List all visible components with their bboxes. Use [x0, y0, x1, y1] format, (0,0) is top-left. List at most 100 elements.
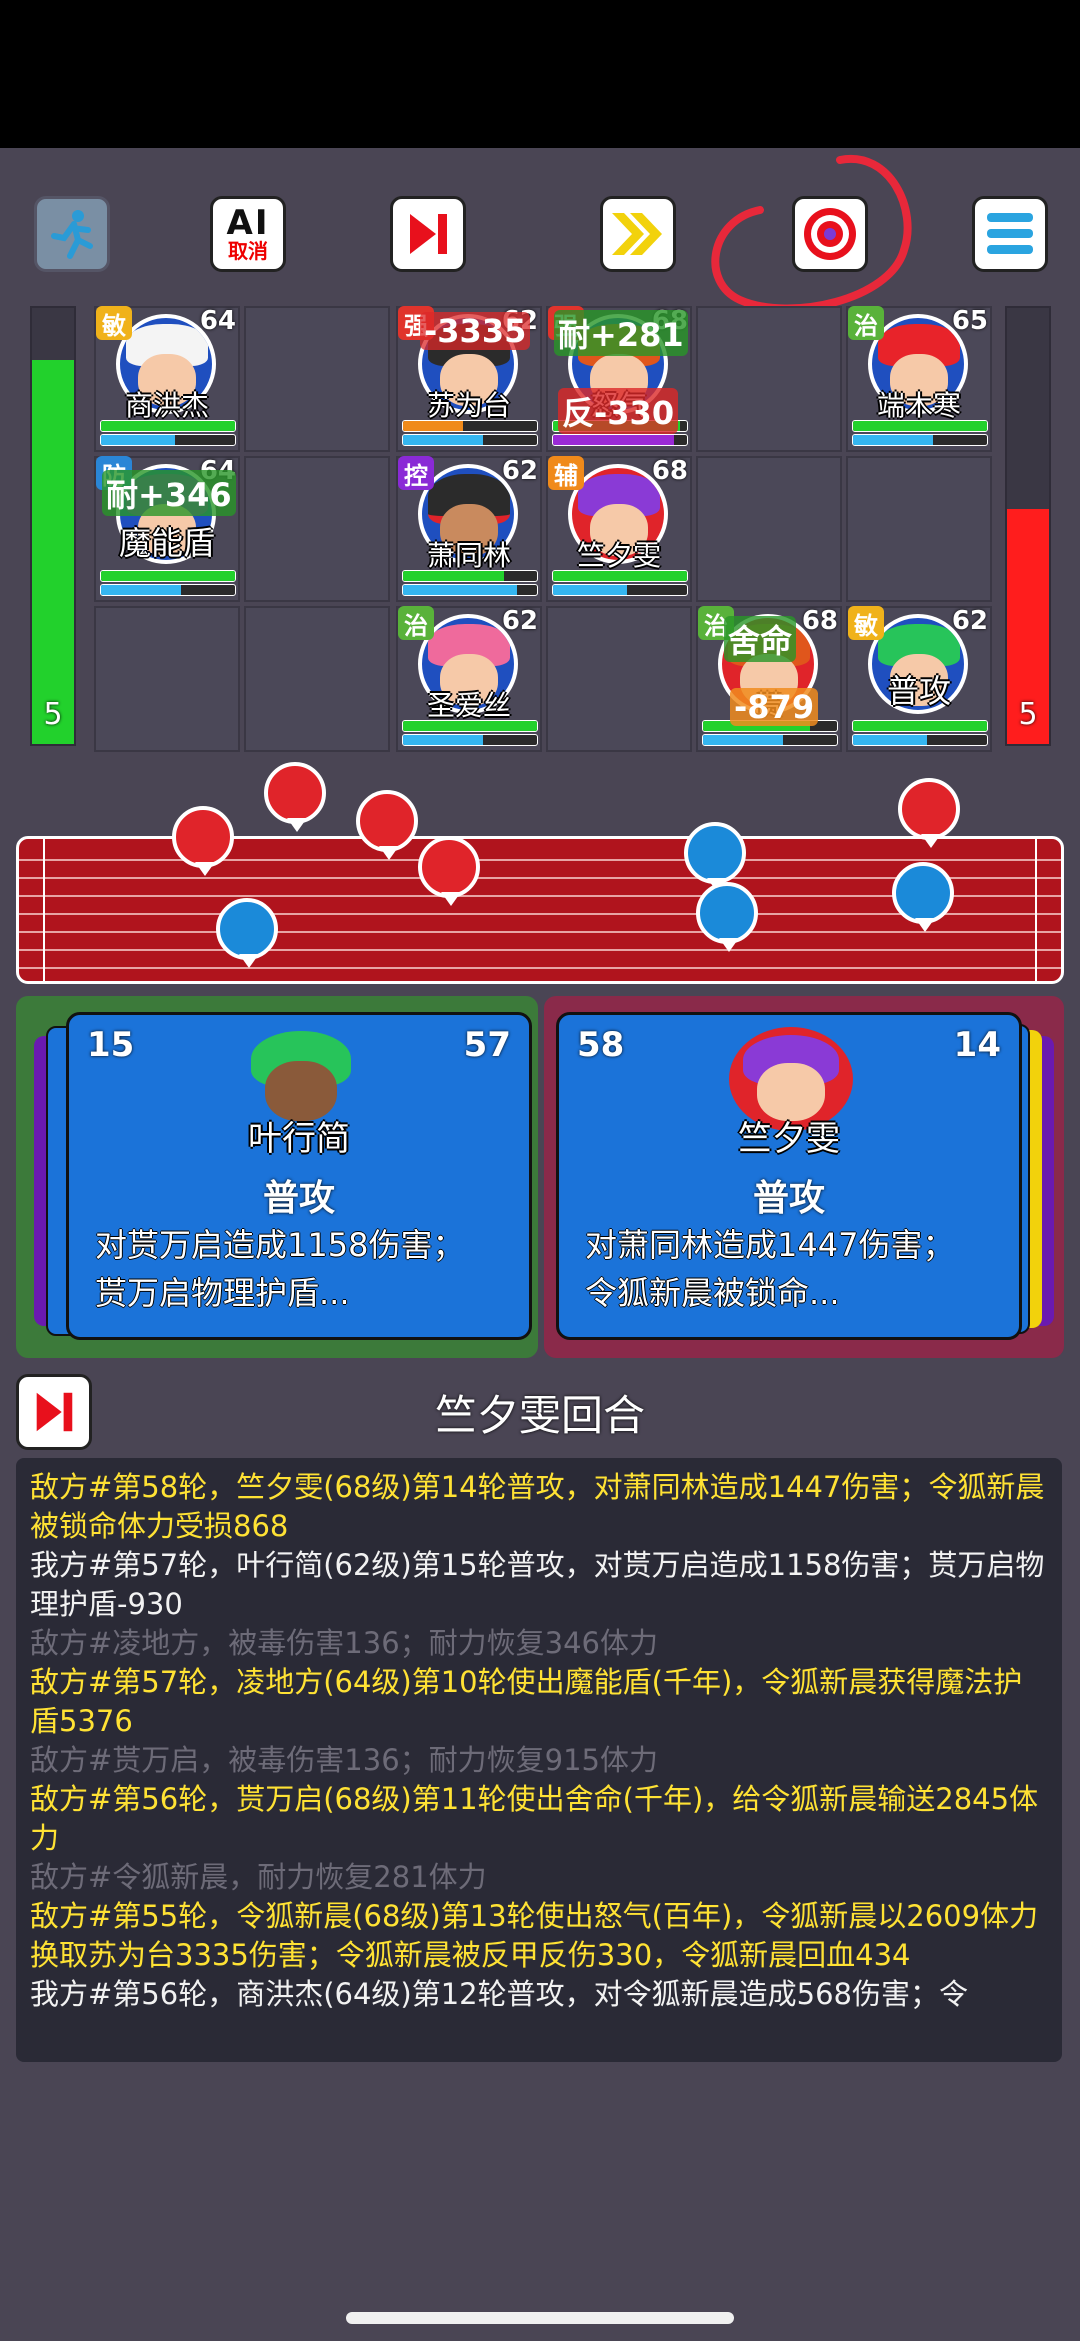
- unit-level: 64: [199, 306, 236, 336]
- ally-team-count: 5: [43, 697, 63, 732]
- card-turn-count: 15: [87, 1025, 135, 1065]
- unit-role-badge: 治: [398, 606, 434, 640]
- unit-hp-bar: [852, 420, 988, 432]
- card-description-line: 贳万启物理护盾...: [95, 1274, 350, 1312]
- unit-role-badge: 敏: [848, 606, 884, 640]
- grid-cell[interactable]: [846, 456, 992, 602]
- unit-mp-bar: [852, 734, 988, 746]
- card-character-name: 叶行简: [248, 1119, 350, 1159]
- unit-card[interactable]: 敏 64 商洪杰: [94, 306, 240, 452]
- log-entry: 敌方#第56轮，贳万启(68级)第11轮使出舍命(千年)，给令狐新晨输送2845…: [30, 1782, 1039, 1855]
- grid-cell[interactable]: [696, 306, 842, 452]
- unit-mp-bar: [402, 434, 538, 446]
- enemy-team-hp-bar: 5: [1005, 306, 1051, 746]
- turn-marker[interactable]: [892, 862, 954, 932]
- menu-button[interactable]: [972, 196, 1048, 272]
- card-round: 58: [577, 1025, 625, 1065]
- unit-card[interactable]: 治 68 贳 舍命 -879: [696, 606, 842, 752]
- unit-card[interactable]: 治 65 端木寒: [846, 306, 992, 452]
- turn-marker[interactable]: [898, 778, 960, 848]
- skill-name-popup: 舍命: [724, 616, 797, 662]
- log-entry: 敌方#贳万启，被毒伤害136；耐力恢复915体力: [30, 1743, 659, 1777]
- fast-forward-icon: [612, 213, 662, 255]
- unit-name: 魔能盾: [118, 524, 215, 562]
- grid-cell[interactable]: [244, 456, 390, 602]
- grid-cell[interactable]: [546, 606, 692, 752]
- turn-marker[interactable]: [216, 898, 278, 968]
- unit-card[interactable]: 治 62 圣爱丝: [396, 606, 542, 752]
- log-entry: 敌方#第55轮，令狐新晨(68级)第13轮使出怒气(百年)，令狐新晨以2609体…: [30, 1899, 1039, 1972]
- running-man-icon: [51, 210, 93, 259]
- unit-level: 62: [951, 606, 988, 636]
- unit-level: 68: [801, 606, 838, 636]
- unit-hp-bar: [852, 720, 988, 732]
- log-entry: 我方#第57轮，叶行简(62级)第15轮普攻，对贳万启造成1158伤害；贳万启物…: [30, 1548, 1045, 1621]
- unit-hp-bar: [100, 570, 236, 582]
- card-round: 57: [463, 1025, 511, 1065]
- red-circle-annotation: [711, 154, 912, 313]
- grid-cell[interactable]: [94, 606, 240, 752]
- card-skill-name: 普攻: [752, 1178, 825, 1219]
- unit-hp-bar: [402, 720, 538, 732]
- card-description: 对贳万启造成1158伤害； 贳万启物理护盾...: [95, 1221, 515, 1317]
- grid-cell[interactable]: [696, 456, 842, 602]
- grid-cell[interactable]: [244, 306, 390, 452]
- card-description-line: 对萧同林造成1447伤害；: [585, 1226, 955, 1264]
- unit-mp-bar: [100, 584, 236, 596]
- unit-card[interactable]: 控 62 萧同林: [396, 456, 542, 602]
- unit-role-badge: 治: [848, 306, 884, 340]
- card-character-name: 竺夕雯: [738, 1119, 840, 1159]
- turn-marker[interactable]: [172, 806, 234, 876]
- unit-card[interactable]: 防 64 魔能盾 耐+346: [94, 456, 240, 602]
- enemy-action-panel: 58 14 竺夕雯 普攻 对萧同林造成1447伤害； 令狐新晨被锁命...: [544, 996, 1064, 1358]
- unit-card[interactable]: 强 62 苏为台 -3335: [396, 306, 542, 452]
- ally-action-panel: 15 57 叶行简 普攻 对贳万启造成1158伤害； 贳万启物理护盾...: [16, 996, 538, 1358]
- unit-role-badge: 辅: [548, 456, 584, 490]
- card-description-line: 对贳万启造成1158伤害；: [95, 1226, 465, 1264]
- turn-marker[interactable]: [684, 822, 746, 892]
- turn-marker[interactable]: [696, 882, 758, 952]
- turn-marker[interactable]: [418, 836, 480, 906]
- unit-hp-bar: [402, 570, 538, 582]
- unit-mp-bar: [552, 584, 688, 596]
- turn-title: 竺夕雯回合: [434, 1391, 645, 1440]
- log-entry: 敌方#第57轮，凌地方(64级)第10轮使出魔能盾(千年)，令狐新晨获得魔法护盾…: [30, 1665, 1023, 1738]
- enemy-action-card[interactable]: 58 14 竺夕雯 普攻 对萧同林造成1447伤害； 令狐新晨被锁命...: [556, 1012, 1022, 1340]
- unit-hp-bar: [402, 420, 538, 432]
- home-indicator[interactable]: [346, 2312, 734, 2324]
- card-skill-name: 普攻: [262, 1178, 335, 1219]
- turn-marker[interactable]: [356, 790, 418, 860]
- speed-up-button[interactable]: [600, 196, 676, 272]
- ally-team-hp-fill: [32, 360, 74, 744]
- reflect-number: 反-330: [558, 388, 679, 434]
- unit-card[interactable]: 辅 68 竺夕雯: [546, 456, 692, 602]
- unit-name: 普攻: [886, 672, 951, 710]
- unit-mp-bar: [852, 434, 988, 446]
- damage-number: -3335: [420, 312, 531, 350]
- unit-name: 萧同林: [426, 539, 511, 572]
- unit-level: 62: [501, 456, 538, 486]
- skip-turn-button[interactable]: [390, 196, 466, 272]
- log-entry: 敌方#令狐新晨，耐力恢复281体力: [30, 1860, 487, 1894]
- unit-mp-bar: [402, 734, 538, 746]
- unit-name: 商洪杰: [124, 389, 209, 422]
- card-turn-count: 14: [953, 1025, 1001, 1065]
- battle-log[interactable]: 敌方#第58轮，竺夕雯(68级)第14轮普攻，对萧同林造成1447伤害；令狐新晨…: [16, 1458, 1062, 2062]
- ally-action-card[interactable]: 15 57 叶行简 普攻 对贳万启造成1158伤害； 贳万启物理护盾...: [66, 1012, 532, 1340]
- unit-card[interactable]: 敏 62 普攻: [846, 606, 992, 752]
- unit-hp-bar: [100, 420, 236, 432]
- ally-team-hp-bar: 5: [30, 306, 76, 746]
- unit-name: 圣爱丝: [426, 689, 511, 722]
- unit-name: 端木寒: [876, 389, 961, 422]
- unit-level: 65: [951, 306, 988, 336]
- ai-cancel-label: 取消: [228, 239, 268, 263]
- damage-number: -879: [730, 688, 819, 726]
- heal-number: 耐+281: [554, 310, 688, 356]
- grid-cell[interactable]: [244, 606, 390, 752]
- flee-button[interactable]: [34, 196, 110, 272]
- unit-name: 竺夕雯: [576, 539, 661, 572]
- unit-card[interactable]: 强 68 怒气 耐+281 反-330: [546, 306, 692, 452]
- unit-role-badge: 敏: [96, 306, 132, 340]
- turn-marker[interactable]: [264, 762, 326, 832]
- ai-toggle-button[interactable]: AI 取消: [210, 196, 286, 272]
